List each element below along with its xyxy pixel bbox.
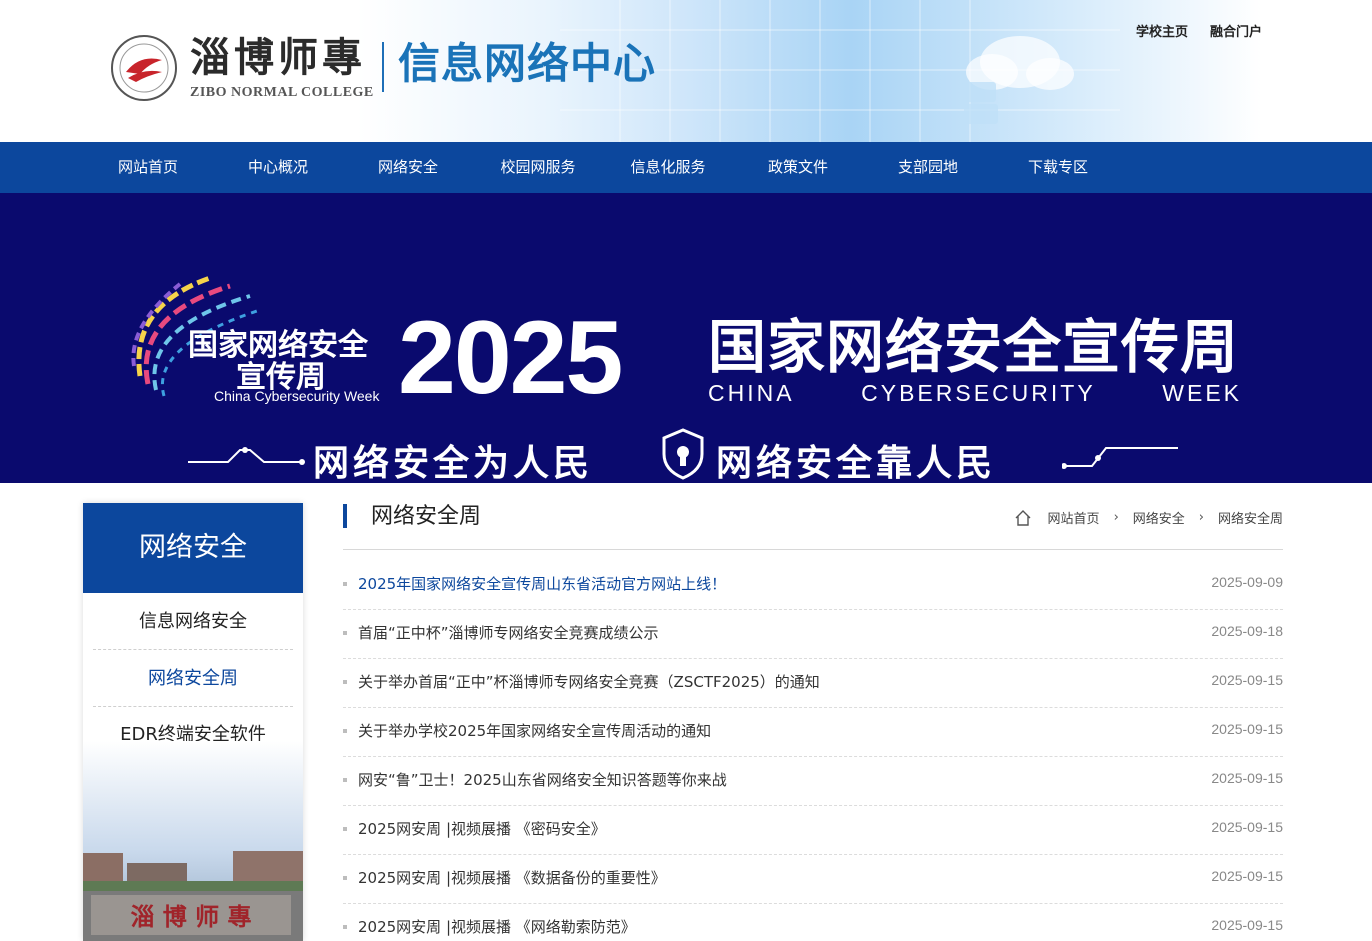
news-title[interactable]: 2025网安周 |视频展播 《网络勒索防范》 [358, 916, 636, 937]
banner-slogan-right: 网络安全靠人民 [716, 443, 997, 484]
list-item: 2025网安周 |视频展播 《密码安全》 2025-09-15 [343, 806, 1283, 855]
bullet-icon [343, 582, 347, 586]
bullet-icon [343, 876, 347, 880]
news-date: 2025-09-15 [1211, 721, 1283, 737]
campus-stone-text: 淄 博 师 專 [130, 902, 251, 931]
bullet-icon [343, 631, 347, 635]
nav-item-it-services[interactable]: 信息化服务 [603, 142, 733, 193]
news-date: 2025-09-18 [1211, 623, 1283, 639]
banner-english-title: CHINA CYBERSECURITY WEEK [708, 380, 1242, 407]
banner-english-word: WEEK [1162, 380, 1242, 406]
list-item: 关于举办首届“正中”杯淄博师专网络安全竞赛（ZSCTF2025）的通知 2025… [343, 659, 1283, 708]
site-header: 淄博师專 ZIBO NORMAL COLLEGE 信息网络中心 学校主页 融合门… [0, 0, 1372, 142]
news-date: 2025-09-15 [1211, 868, 1283, 884]
news-date: 2025-09-15 [1211, 770, 1283, 786]
sidebar: 网络安全 信息网络安全 网络安全周 EDR终端安全软件 淄 博 师 專 [83, 503, 303, 941]
news-date: 2025-09-09 [1211, 574, 1283, 590]
banner-english-word: CYBERSECURITY [861, 380, 1096, 406]
list-item: 2025网安周 |视频展播 《网络勒索防范》 2025-09-15 [343, 904, 1283, 941]
bullet-icon [343, 778, 347, 782]
nav-item-party-branch[interactable]: 支部园地 [863, 142, 993, 193]
news-title[interactable]: 关于举办首届“正中”杯淄博师专网络安全竞赛（ZSCTF2025）的通知 [358, 671, 820, 692]
news-title[interactable]: 2025年国家网络安全宣传周山东省活动官方网站上线！ [358, 573, 726, 594]
main-nav: 网站首页 中心概况 网络安全 校园网服务 信息化服务 政策文件 支部园地 下载专… [0, 142, 1372, 193]
news-title[interactable]: 关于举办学校2025年国家网络安全宣传周活动的通知 [358, 720, 711, 741]
section-header: 网络安全周 网站首页 › 网络安全 › 网络安全周 [343, 500, 1283, 550]
nav-item-campus-network[interactable]: 校园网服务 [473, 142, 603, 193]
news-list: 2025年国家网络安全宣传周山东省活动官方网站上线！ 2025-09-09 首届… [343, 561, 1283, 941]
bullet-icon [343, 925, 347, 929]
news-date: 2025-09-15 [1211, 917, 1283, 933]
nav-item-policies[interactable]: 政策文件 [733, 142, 863, 193]
breadcrumb-item-current: 网络安全周 [1217, 512, 1283, 527]
circuit-line-left-icon [188, 447, 305, 465]
breadcrumb-item-security[interactable]: 网络安全 [1133, 508, 1185, 527]
bullet-icon [343, 729, 347, 733]
news-date: 2025-09-15 [1211, 819, 1283, 835]
nav-item-security[interactable]: 网络安全 [343, 142, 473, 193]
chevron-right-icon: › [1198, 510, 1204, 525]
section-title-marker [343, 504, 347, 528]
banner-left-english: China Cybersecurity Week [214, 388, 380, 404]
site-name: 信息网络中心 [398, 39, 657, 88]
top-links: 学校主页 融合门户 [1136, 21, 1262, 40]
banner-year: 2025 [398, 300, 623, 416]
sidebar-item-security-week[interactable]: 网络安全周 [93, 650, 293, 707]
breadcrumb: 网站首页 › 网络安全 › 网络安全周 [1014, 508, 1283, 527]
news-title[interactable]: 2025网安周 |视频展播 《密码安全》 [358, 818, 606, 839]
list-item: 首届“正中杯”淄博师专网络安全竞赛成绩公示 2025-09-18 [343, 610, 1283, 659]
news-date: 2025-09-15 [1211, 672, 1283, 688]
section-title: 网络安全周 [371, 504, 482, 529]
home-icon[interactable] [1014, 509, 1032, 527]
nav-item-overview[interactable]: 中心概况 [213, 142, 343, 193]
sidebar-item-info-security[interactable]: 信息网络安全 [93, 593, 293, 650]
banner-title: 国家网络安全宣传周 [708, 313, 1240, 381]
bullet-icon [343, 680, 347, 684]
news-title[interactable]: 网安“鲁”卫士！2025山东省网络安全知识答题等你来战 [358, 769, 727, 790]
portal-link[interactable]: 融合门户 [1210, 21, 1262, 40]
news-title[interactable]: 首届“正中杯”淄博师专网络安全竞赛成绩公示 [358, 622, 659, 643]
list-item: 网安“鲁”卫士！2025山东省网络安全知识答题等你来战 2025-09-15 [343, 757, 1283, 806]
nav-item-home[interactable]: 网站首页 [83, 142, 213, 193]
nav-item-downloads[interactable]: 下载专区 [993, 142, 1123, 193]
list-item: 2025网安周 |视频展播 《数据备份的重要性》 2025-09-15 [343, 855, 1283, 904]
college-logo-english: ZIBO NORMAL COLLEGE [190, 85, 374, 100]
chevron-right-icon: › [1113, 510, 1119, 525]
list-item: 关于举办学校2025年国家网络安全宣传周活动的通知 2025-09-15 [343, 708, 1283, 757]
school-home-link[interactable]: 学校主页 [1136, 21, 1188, 40]
breadcrumb-item-home[interactable]: 网站首页 [1048, 508, 1100, 527]
logo-divider [382, 42, 384, 92]
shield-lock-icon [662, 428, 704, 480]
sidebar-title: 网络安全 [83, 503, 303, 593]
campus-photo: 淄 博 师 專 [83, 741, 303, 941]
college-logo-chinese: 淄博师專 [190, 34, 366, 81]
banner-english-word: CHINA [708, 380, 795, 406]
list-item: 2025年国家网络安全宣传周山东省活动官方网站上线！ 2025-09-09 [343, 561, 1283, 610]
circuit-line-right-icon [1062, 447, 1178, 469]
college-emblem-icon [111, 35, 177, 101]
bullet-icon [343, 827, 347, 831]
banner-slogan-left: 网络安全为人民 [313, 443, 594, 484]
news-title[interactable]: 2025网安周 |视频展播 《数据备份的重要性》 [358, 867, 666, 888]
